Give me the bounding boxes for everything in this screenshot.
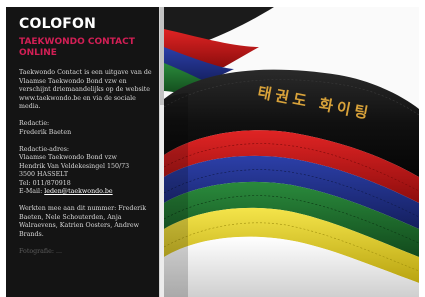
- colofon-panel[interactable]: COLOFON TAEKWONDO CONTACT ONLINE Taekwon…: [6, 7, 159, 297]
- redactie-label: Redactie:: [19, 120, 50, 127]
- colofon-subtitle: TAEKWONDO CONTACT ONLINE: [19, 37, 135, 58]
- email-label: E-Mail:: [19, 188, 43, 195]
- redactie-block: Redactie: Frederik Baeten: [19, 120, 159, 137]
- address-street: Hendrik Van Veldekesingel 150/73: [19, 162, 130, 170]
- redactie-name: Frederik Baeten: [19, 128, 72, 136]
- email-link[interactable]: leden@taekwondo.be: [44, 188, 112, 195]
- phone: Tel: 011/870918: [19, 179, 71, 187]
- address-block: Redactie-adres: Vlaamse Taekwondo Bond v…: [19, 146, 159, 197]
- belts-photo: 태권도 화이팅: [164, 7, 419, 297]
- address-org: Vlaamse Taekwondo Bond vzw: [19, 154, 117, 161]
- address-label: Redactie-adres:: [19, 145, 70, 153]
- cut-off-line: Fotografie: ...: [19, 247, 62, 255]
- email-line: E-Mail: leden@taekwondo.be: [19, 188, 159, 197]
- taekwondo-belts-image: 태권도 화이팅: [164, 7, 419, 297]
- stack-shadow: [164, 93, 188, 297]
- contributors-paragraph: Werkten mee aan dit nummer: Frederik Bae…: [19, 205, 147, 238]
- page: COLOFON TAEKWONDO CONTACT ONLINE Taekwon…: [0, 0, 425, 297]
- colofon-title: COLOFON: [19, 16, 97, 32]
- address-city: 3500 HASSELT: [19, 171, 69, 178]
- colofon-content: Taekwondo Contact is een uitgave van de …: [19, 69, 159, 265]
- intro-paragraph: Taekwondo Contact is een uitgave van de …: [19, 69, 152, 110]
